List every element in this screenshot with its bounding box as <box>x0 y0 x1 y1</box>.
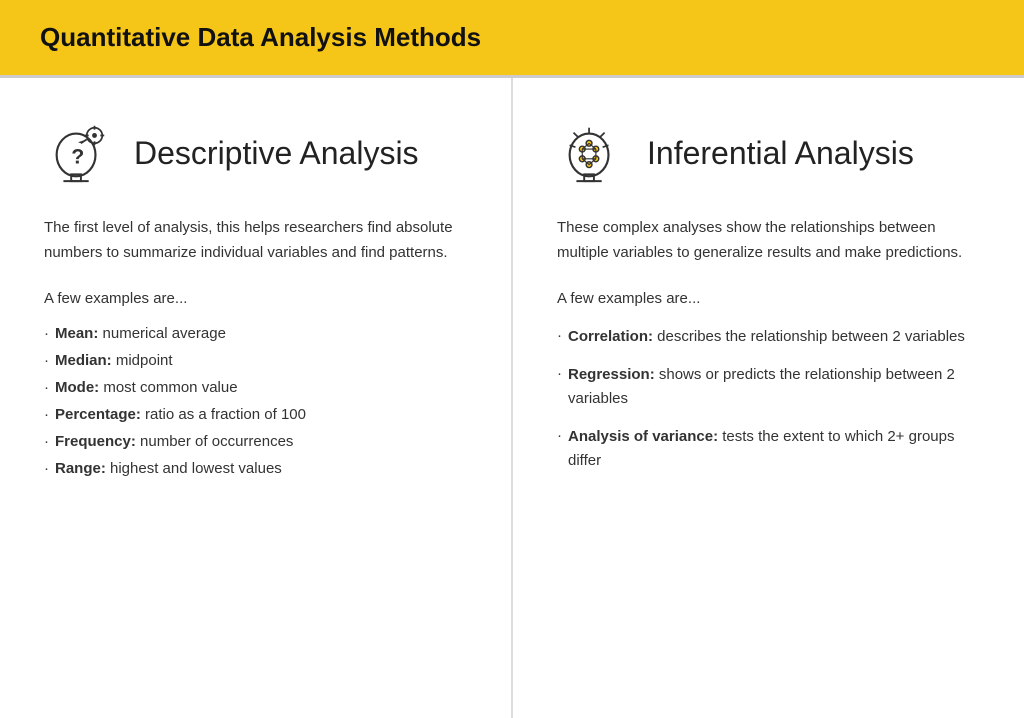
inferential-description: These complex analyses show the relation… <box>557 216 980 266</box>
descriptive-title: Descriptive Analysis <box>134 135 419 172</box>
example-correlation: · Correlation: describes the relationshi… <box>557 325 980 349</box>
inferential-icon <box>557 118 627 188</box>
inferential-examples-intro: A few examples are... <box>557 290 980 307</box>
page-header: Quantitative Data Analysis Methods <box>0 0 1024 78</box>
inferential-panel: Inferential Analysis These complex analy… <box>513 78 1024 718</box>
descriptive-title-row: ? Descriptive Analysis <box>44 118 467 188</box>
example-anova: · Analysis of variance: tests the extent… <box>557 425 980 473</box>
page-title: Quantitative Data Analysis Methods <box>40 22 984 53</box>
descriptive-description: The first level of analysis, this helps … <box>44 216 467 266</box>
descriptive-examples-list: · Mean: numerical average · Median: midp… <box>44 325 467 477</box>
descriptive-panel: ? Descriptive Analysis The first level o… <box>0 78 513 718</box>
example-median: · Median: midpoint <box>44 352 467 369</box>
example-mean: · Mean: numerical average <box>44 325 467 342</box>
example-mode: · Mode: most common value <box>44 379 467 396</box>
example-percentage: · Percentage: ratio as a fraction of 100 <box>44 406 467 423</box>
inferential-title: Inferential Analysis <box>647 135 914 172</box>
example-frequency: · Frequency: number of occurrences <box>44 433 467 450</box>
example-range: · Range: highest and lowest values <box>44 460 467 477</box>
descriptive-icon: ? <box>44 118 114 188</box>
main-content: ? Descriptive Analysis The first level o… <box>0 78 1024 718</box>
inferential-examples-list: · Correlation: describes the relationshi… <box>557 325 980 473</box>
descriptive-examples-intro: A few examples are... <box>44 290 467 307</box>
svg-text:?: ? <box>71 145 84 169</box>
inferential-title-row: Inferential Analysis <box>557 118 980 188</box>
example-regression: · Regression: shows or predicts the rela… <box>557 363 980 411</box>
